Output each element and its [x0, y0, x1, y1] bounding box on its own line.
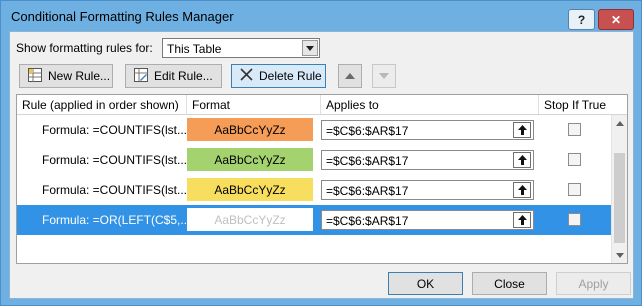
format-preview: AaBbCcYyZz — [187, 148, 313, 171]
rules-toolbar: New Rule... Edit Rule... Delete Rule — [16, 62, 628, 92]
rule-row[interactable]: Formula: =COUNTIFS(lst... AaBbCcYyZz =$C… — [17, 175, 611, 205]
rule-row[interactable]: Formula: =COUNTIFS(lst... AaBbCcYyZz =$C… — [17, 115, 611, 145]
stop-if-true-checkbox[interactable] — [568, 213, 581, 226]
range-collapse-icon[interactable] — [513, 152, 531, 168]
new-rule-button[interactable]: New Rule... — [19, 64, 113, 88]
format-preview: AaBbCcYyZz — [187, 208, 313, 231]
rule-formula: Formula: =COUNTIFS(lst... — [42, 123, 188, 137]
new-rule-icon — [28, 67, 42, 85]
edit-rule-label: Edit Rule... — [154, 69, 213, 83]
column-header-format[interactable]: Format — [187, 95, 321, 114]
column-header-stop-if-true[interactable]: Stop If True — [539, 95, 627, 114]
scrollbar-thumb[interactable] — [614, 153, 625, 243]
format-preview: AaBbCcYyZz — [187, 178, 313, 201]
rule-row-selected[interactable]: Formula: =OR(LEFT(C$5,... AaBbCcYyZz =$C… — [17, 205, 611, 235]
applies-to-field[interactable]: =$C$6:$AR$17 — [321, 150, 534, 170]
dialog-window: Conditional Formatting Rules Manager ? ✕… — [0, 0, 642, 306]
ok-button[interactable]: OK — [388, 272, 463, 295]
applies-to-value: =$C$6:$AR$17 — [326, 214, 409, 228]
arrow-down-icon — [379, 73, 389, 79]
column-header-rule[interactable]: Rule (applied in order shown) — [17, 95, 187, 114]
chevron-down-icon[interactable] — [302, 40, 318, 56]
applies-to-field[interactable]: =$C$6:$AR$17 — [321, 210, 534, 230]
applies-to-value: =$C$6:$AR$17 — [326, 124, 409, 138]
title-bar: Conditional Formatting Rules Manager ? ✕ — [1, 1, 641, 31]
show-rules-label: Show formatting rules for: — [16, 41, 153, 55]
close-button[interactable]: Close — [472, 272, 547, 295]
edit-rule-icon — [134, 67, 148, 85]
apply-button[interactable]: Apply — [556, 272, 631, 295]
arrow-up-icon — [345, 73, 355, 79]
rules-grid: Rule (applied in order shown) Format App… — [16, 94, 628, 264]
move-up-button[interactable] — [338, 64, 362, 88]
rule-row[interactable]: Formula: =COUNTIFS(lst... AaBbCcYyZz =$C… — [17, 145, 611, 175]
stop-if-true-checkbox[interactable] — [568, 153, 581, 166]
help-button[interactable]: ? — [568, 9, 595, 30]
new-rule-label: New Rule... — [48, 69, 111, 83]
range-collapse-icon[interactable] — [513, 212, 531, 228]
move-down-button[interactable] — [372, 64, 396, 88]
show-rules-dropdown[interactable]: This Table — [162, 38, 320, 58]
show-rules-selected: This Table — [167, 42, 222, 56]
applies-to-value: =$C$6:$AR$17 — [326, 154, 409, 168]
delete-rule-button[interactable]: Delete Rule — [231, 64, 326, 88]
applies-to-value: =$C$6:$AR$17 — [326, 184, 409, 198]
grid-header: Rule (applied in order shown) Format App… — [17, 95, 627, 115]
stop-if-true-checkbox[interactable] — [568, 123, 581, 136]
column-header-applies-to[interactable]: Applies to — [321, 95, 539, 114]
range-collapse-icon[interactable] — [513, 122, 531, 138]
rule-formula: Formula: =COUNTIFS(lst... — [42, 153, 188, 167]
stop-if-true-checkbox[interactable] — [568, 183, 581, 196]
dialog-body: Show formatting rules for: This Table Ne… — [9, 31, 634, 299]
scroll-up-icon[interactable] — [612, 115, 628, 131]
format-preview: AaBbCcYyZz — [187, 118, 313, 141]
close-window-button[interactable]: ✕ — [598, 9, 634, 30]
applies-to-field[interactable]: =$C$6:$AR$17 — [321, 120, 534, 140]
edit-rule-button[interactable]: Edit Rule... — [125, 64, 222, 88]
rule-formula: Formula: =OR(LEFT(C$5,... — [42, 213, 191, 227]
scroll-down-icon[interactable] — [612, 247, 628, 263]
vertical-scrollbar[interactable] — [611, 115, 627, 263]
delete-x-icon — [240, 68, 253, 84]
delete-rule-label: Delete Rule — [259, 69, 322, 83]
range-collapse-icon[interactable] — [513, 182, 531, 198]
dialog-title: Conditional Formatting Rules Manager — [11, 9, 234, 24]
rule-formula: Formula: =COUNTIFS(lst... — [42, 183, 188, 197]
applies-to-field[interactable]: =$C$6:$AR$17 — [321, 180, 534, 200]
